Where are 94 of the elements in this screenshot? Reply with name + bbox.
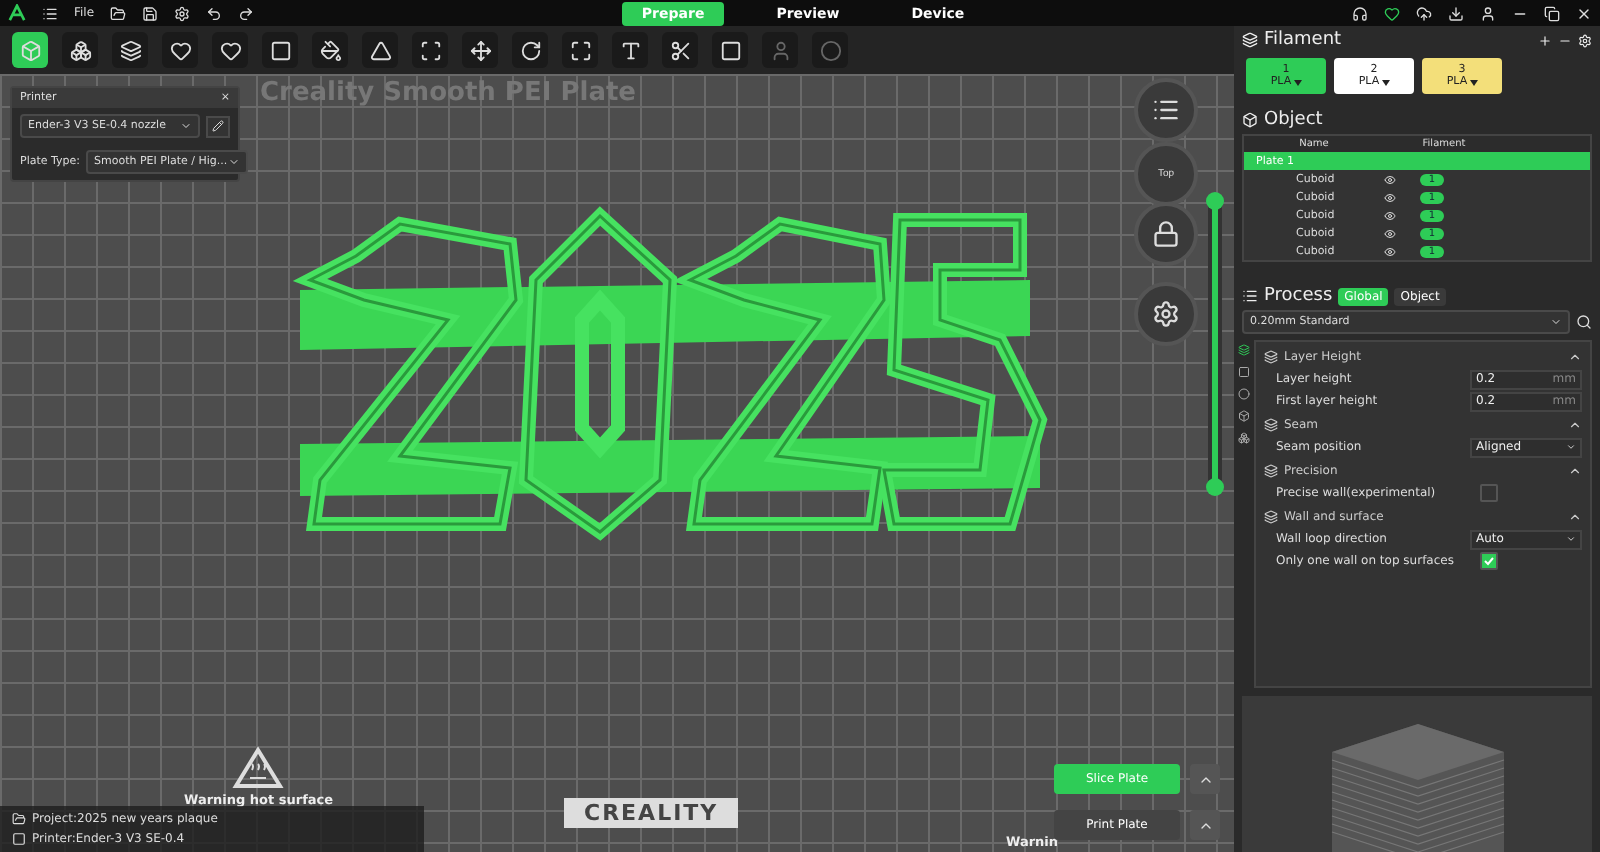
close-icon[interactable] <box>1576 5 1592 21</box>
section-title: Filament <box>1264 30 1342 50</box>
lock-icon <box>1152 220 1180 248</box>
add-icon[interactable] <box>1538 33 1552 47</box>
eye-icon[interactable] <box>1384 209 1396 221</box>
scan-icon <box>419 39 441 61</box>
eye-icon[interactable] <box>1384 191 1396 203</box>
square-icon <box>719 39 741 61</box>
redo-icon[interactable] <box>238 5 255 21</box>
shape-icon <box>169 39 191 61</box>
cut-icon <box>669 39 691 61</box>
edit-button[interactable] <box>206 115 230 137</box>
eye-icon[interactable] <box>1384 227 1396 239</box>
tool-button[interactable] <box>512 32 548 68</box>
caret-icon <box>180 120 192 132</box>
process-icon <box>1242 288 1258 304</box>
box-icon <box>19 39 41 61</box>
pencil-icon <box>212 120 224 132</box>
section-icon <box>1264 509 1278 523</box>
undo-icon[interactable] <box>206 5 223 21</box>
scale-icon <box>569 39 591 61</box>
eye-icon[interactable] <box>1384 173 1396 185</box>
layers-icon <box>119 39 141 61</box>
settings-button[interactable] <box>1134 282 1198 346</box>
restore-icon[interactable] <box>1544 5 1560 21</box>
collapse-icon[interactable] <box>1568 509 1582 523</box>
caret-icon <box>1381 79 1390 85</box>
section-icon <box>1264 463 1278 477</box>
settings-icon[interactable] <box>1578 33 1592 47</box>
section-icon <box>1264 417 1278 431</box>
section-icon <box>1264 349 1278 363</box>
caret-icon <box>1469 79 1478 85</box>
caret-icon <box>227 156 240 168</box>
shape-icon <box>219 39 241 61</box>
objects-list-button[interactable] <box>1134 78 1198 142</box>
tool-button[interactable] <box>62 32 98 68</box>
settings-icon <box>1152 300 1180 328</box>
hot-surface-warning-icon <box>232 746 285 790</box>
rotate-icon <box>519 39 541 61</box>
headset-icon[interactable] <box>1352 5 1368 21</box>
slider-thumb[interactable] <box>1206 192 1224 210</box>
tool-button[interactable] <box>612 32 648 68</box>
category-icon[interactable] <box>1238 344 1250 356</box>
collapse-icon[interactable] <box>1568 417 1582 431</box>
user-icon[interactable] <box>1480 5 1496 21</box>
collapse-icon[interactable] <box>1568 349 1582 363</box>
move-icon <box>469 39 491 61</box>
download-icon[interactable] <box>1448 5 1464 21</box>
expand-button[interactable] <box>1190 764 1220 794</box>
tool-button[interactable] <box>712 32 748 68</box>
tool-button[interactable] <box>562 32 598 68</box>
caret-icon <box>1550 316 1562 328</box>
caret-icon <box>1566 534 1576 544</box>
bed-logo: CREALITY <box>564 798 739 828</box>
tool-button[interactable] <box>212 32 248 68</box>
caret-icon <box>1566 442 1576 452</box>
add-plate-button[interactable] <box>12 32 48 68</box>
tool-button[interactable] <box>412 32 448 68</box>
tool-button[interactable] <box>662 32 698 68</box>
tool-button[interactable] <box>362 32 398 68</box>
tool-button[interactable] <box>112 32 148 68</box>
eye-icon[interactable] <box>1384 245 1396 257</box>
layout-icon <box>269 39 291 61</box>
checkbox[interactable] <box>1480 484 1498 502</box>
tool-button[interactable] <box>162 32 198 68</box>
category-icon[interactable] <box>1238 432 1250 444</box>
logo-icon <box>8 4 26 22</box>
section-title: Process <box>1264 286 1333 306</box>
section-title: Object <box>1264 110 1323 130</box>
expand-button[interactable] <box>1190 810 1220 840</box>
caret-icon <box>1293 79 1302 85</box>
cubes-icon <box>69 39 91 61</box>
filament-icon <box>1242 32 1258 48</box>
object-icon <box>1242 112 1258 128</box>
slider-thumb[interactable] <box>1206 478 1224 496</box>
tool-button[interactable] <box>262 32 298 68</box>
category-icon[interactable] <box>1238 410 1250 422</box>
cloud-upload-icon[interactable] <box>1416 5 1432 21</box>
lock-button[interactable] <box>1134 202 1198 266</box>
save-icon[interactable] <box>142 5 159 21</box>
checkbox[interactable] <box>1480 552 1498 570</box>
person-icon <box>769 39 791 61</box>
text-icon <box>619 39 641 61</box>
triangle-icon <box>369 39 391 61</box>
folder-icon[interactable] <box>110 5 127 21</box>
list-icon <box>1152 96 1180 124</box>
search-icon[interactable] <box>1576 314 1592 330</box>
collapse-icon[interactable] <box>1568 463 1582 477</box>
paint-icon <box>319 39 341 61</box>
settings-icon[interactable] <box>174 5 191 21</box>
tool-button[interactable] <box>312 32 348 68</box>
tool-button[interactable] <box>462 32 498 68</box>
circle-icon <box>819 39 841 61</box>
menu-icon[interactable] <box>42 5 58 21</box>
